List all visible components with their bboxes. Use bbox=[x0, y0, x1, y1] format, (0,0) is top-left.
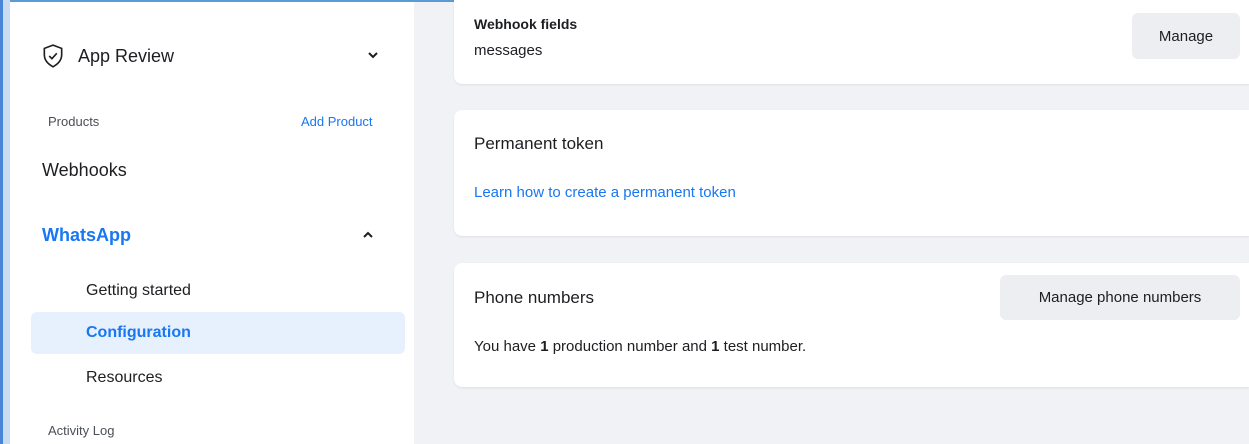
sidebar-item-webhooks[interactable]: Webhooks bbox=[42, 160, 127, 181]
webhook-fields-value: messages bbox=[474, 42, 543, 59]
sidebar-item-resources[interactable]: Resources bbox=[86, 369, 162, 387]
sidebar-item-getting-started[interactable]: Getting started bbox=[86, 282, 191, 300]
webhook-fields-title: Webhook fields bbox=[474, 16, 578, 32]
chevron-up-icon[interactable] bbox=[361, 228, 375, 242]
sidebar-item-activity-log[interactable]: Activity Log bbox=[48, 423, 114, 438]
summary-text-prefix: You have bbox=[474, 338, 541, 355]
webhook-fields-card: Webhook fields messages Manage bbox=[454, 0, 1249, 84]
add-product-link[interactable]: Add Product bbox=[301, 114, 373, 129]
manage-phone-numbers-button[interactable]: Manage phone numbers bbox=[1000, 275, 1240, 320]
sidebar-item-label: App Review bbox=[78, 45, 175, 66]
sidebar: App Review Products Add Product Webhooks… bbox=[10, 2, 414, 444]
sidebar-item-configuration[interactable]: Configuration bbox=[86, 324, 191, 342]
phone-numbers-summary: You have 1 production number and 1 test … bbox=[474, 338, 806, 355]
chevron-down-icon[interactable] bbox=[366, 48, 380, 62]
shield-check-icon bbox=[43, 44, 63, 68]
products-section-label: Products bbox=[48, 114, 100, 129]
manage-button[interactable]: Manage bbox=[1132, 13, 1240, 59]
phone-numbers-title: Phone numbers bbox=[474, 288, 595, 307]
sidebar-item-whatsapp[interactable]: WhatsApp bbox=[42, 225, 131, 246]
production-count: 1 bbox=[540, 338, 549, 355]
permanent-token-link[interactable]: Learn how to create a permanent token bbox=[474, 184, 736, 201]
sidebar-item-app-review[interactable]: App Review bbox=[40, 38, 380, 74]
permanent-token-title: Permanent token bbox=[474, 134, 604, 153]
permanent-token-card: Permanent token Learn how to create a pe… bbox=[454, 110, 1249, 236]
window-left-border bbox=[0, 0, 10, 444]
summary-text-middle: production number and bbox=[548, 338, 712, 355]
phone-numbers-card: Phone numbers Manage phone numbers You h… bbox=[454, 263, 1249, 387]
summary-text-suffix: test number. bbox=[719, 338, 807, 355]
